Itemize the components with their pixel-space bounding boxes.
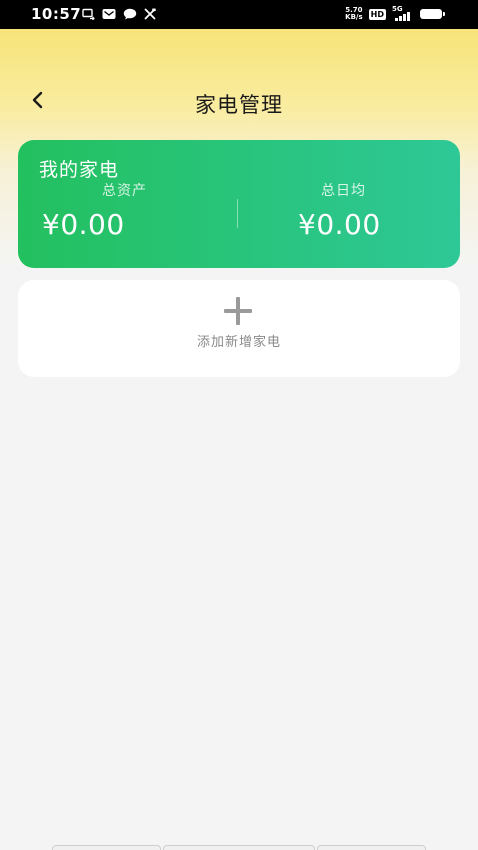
page-title: 家电管理 — [195, 93, 283, 117]
add-appliance-button[interactable]: 添加新增家电 — [18, 280, 460, 377]
add-appliance-label: 添加新增家电 — [196, 335, 281, 350]
battery-icon — [420, 9, 445, 19]
bottom-tab-edge — [163, 845, 315, 850]
mail-icon — [102, 5, 116, 24]
notification-icons — [82, 7, 157, 21]
chat-icon — [123, 5, 137, 24]
daily-average-label: 总日均 — [321, 183, 366, 199]
screen-mirror-icon — [82, 5, 95, 24]
appliance-summary-card: 我的家电 总资产 总日均 ¥0.00 ¥0.00 — [18, 140, 460, 268]
signal-icon: 5G — [392, 6, 414, 21]
net-speed: 5.70 KB/s — [345, 6, 363, 21]
card-title: 我的家电 — [39, 159, 120, 181]
system-icons: 5.70 KB/s HD 5G — [345, 6, 445, 22]
plus-icon — [224, 297, 252, 325]
bottom-tab-edge — [52, 845, 161, 850]
hd-badge: HD — [368, 8, 386, 20]
total-assets-value: ¥0.00 — [42, 208, 125, 241]
status-bar: 10:57 5.70 KB/s HD 5G — [0, 0, 478, 29]
card-divider — [237, 199, 238, 228]
tools-icon — [144, 5, 157, 24]
bottom-tab-edge — [317, 845, 426, 850]
bottom-tab-edges — [0, 845, 478, 850]
status-time: 10:57 — [31, 5, 82, 23]
daily-average-value: ¥0.00 — [298, 208, 381, 241]
total-assets-label: 总资产 — [102, 183, 147, 199]
